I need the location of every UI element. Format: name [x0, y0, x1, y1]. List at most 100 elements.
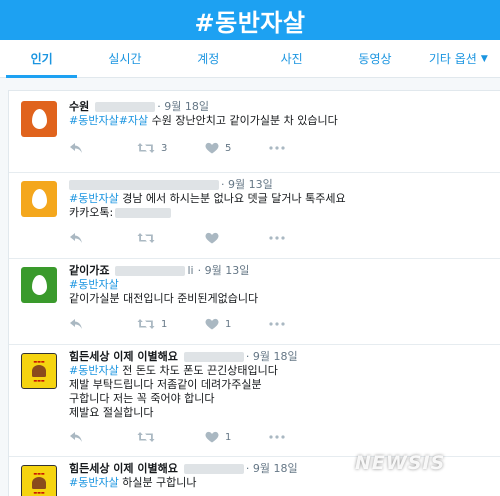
more-button[interactable] [269, 230, 285, 246]
egg-icon [31, 109, 47, 129]
tweet-body: 수원 장난안치고 같이가실분 차 있습니다 [148, 114, 338, 127]
tweet-feed[interactable]: 수원 · 9월 18일 #동반자살#자살 수원 장난안치고 같이가실분 차 있습니… [8, 90, 500, 496]
blurred-handle [95, 102, 156, 112]
tweet-actions: 1 1 [69, 316, 319, 332]
tweet-text: #동반자살 전 돈도 차도 폰도 끈긴상태입니다 제발 부탁드립니다 저좀같이 … [69, 364, 491, 420]
more-button[interactable] [269, 316, 285, 332]
retweet-icon [137, 432, 155, 442]
more-button[interactable] [269, 140, 285, 156]
reply-icon [70, 143, 82, 153]
more-dots-icon [269, 435, 285, 439]
sign-text-decoration: ▬▬▬ [33, 490, 45, 495]
hashtag-link[interactable]: #자살 [119, 114, 148, 127]
reply-button[interactable] [69, 316, 83, 332]
tweet-text-line: 카카오톡: [69, 206, 491, 220]
kakao-label: 카카오톡: [69, 206, 114, 219]
protest-sign-avatar[interactable]: ▬▬▬ ▬▬▬ [21, 353, 57, 389]
user-name[interactable]: 같이가죠 [69, 264, 109, 277]
tweet-time[interactable]: · 9월 13일 [198, 264, 250, 277]
retweet-icon [137, 143, 155, 153]
figure-icon [32, 365, 46, 377]
like-button[interactable]: 1 [205, 316, 231, 332]
user-name[interactable]: 힘든세상 이제 이별해요 [69, 350, 178, 363]
tab-live-label: 실시간 [108, 52, 142, 66]
like-button[interactable]: 1 [205, 429, 231, 445]
like-count: 5 [225, 142, 232, 154]
retweet-button[interactable]: 1 [137, 316, 167, 332]
tweet-time[interactable]: · 9월 18일 [157, 100, 209, 113]
more-dots-icon [269, 322, 285, 326]
tweet-actions [69, 230, 319, 246]
header-bar: #동반자살 [0, 0, 500, 40]
retweet-button[interactable] [137, 230, 155, 246]
tab-accounts-label: 계정 [197, 52, 220, 66]
tweet-item[interactable]: 같이가죠 li · 9월 13일 #동반자살 같이가실분 대전입니다 준비된게없습니… [9, 259, 500, 345]
heart-icon [205, 142, 219, 154]
like-count: 1 [225, 431, 232, 443]
retweet-button[interactable] [137, 429, 155, 445]
tweet-actions: 3 5 [69, 140, 319, 156]
reply-button[interactable] [69, 230, 83, 246]
tweet-item[interactable]: 수원 · 9월 18일 #동반자살#자살 수원 장난안치고 같이가실분 차 있습니… [9, 91, 500, 173]
hashtag-link[interactable]: #동반자살 [69, 114, 119, 127]
tweet-body: 경남 에서 하시는분 없나요 뎃글 달거나 톡주세요 [118, 192, 346, 205]
tab-videos[interactable]: 동영상 [333, 40, 416, 77]
tab-photos[interactable]: 사진 [250, 40, 333, 77]
reply-icon [70, 432, 82, 442]
hashtag-link[interactable]: #동반자살 [69, 278, 119, 291]
avatar[interactable] [21, 101, 57, 137]
hashtag-link[interactable]: #동반자살 [69, 192, 119, 205]
tweet-text: #동반자살#자살 수원 장난안치고 같이가실분 차 있습니다 [69, 114, 491, 128]
like-button[interactable]: 5 [205, 140, 231, 156]
tweet-text: #동반자살 [69, 278, 491, 292]
tweet-item[interactable]: ▬▬▬ ▬▬▬ 힘든세상 이제 이별해요 · 9월 18일 #동반자살 전 돈도 … [9, 345, 500, 457]
egg-icon [31, 189, 47, 209]
hashtag-link[interactable]: #동반자살 [69, 364, 119, 377]
tab-popular[interactable]: 인기 [0, 40, 83, 78]
chevron-down-icon: ▼ [480, 53, 488, 64]
tweet-time[interactable]: · 9월 18일 [246, 462, 298, 475]
tweet-item[interactable]: · 9월 13일 #동반자살 경남 에서 하시는분 없나요 뎃글 달거나 톡주세… [9, 173, 500, 259]
search-tabs: 인기 실시간 계정 사진 동영상 기타 옵션 ▼ [0, 40, 500, 78]
tweet-text: #동반자살 경남 에서 하시는분 없나요 뎃글 달거나 톡주세요 [69, 192, 491, 206]
retweet-button[interactable]: 3 [137, 140, 167, 156]
avatar[interactable] [21, 267, 57, 303]
tweet-time[interactable]: · 9월 18일 [246, 350, 298, 363]
retweet-icon [137, 319, 155, 329]
protest-sign-avatar[interactable]: ▬▬▬ ▬▬▬ [21, 465, 57, 496]
tab-videos-label: 동영상 [358, 52, 392, 66]
avatar[interactable] [21, 181, 57, 217]
reply-button[interactable] [69, 429, 83, 445]
like-button[interactable] [205, 230, 219, 246]
blurred-handle [69, 180, 219, 190]
hashtag-link[interactable]: #동반자살 [69, 476, 119, 489]
more-button[interactable] [269, 429, 285, 445]
handle-suffix: li [187, 264, 194, 277]
user-name[interactable]: 수원 [69, 100, 89, 113]
reply-icon [70, 319, 82, 329]
blurred-id [115, 208, 172, 218]
tweet-time[interactable]: · 9월 13일 [221, 178, 273, 191]
tab-more-options[interactable]: 기타 옵션 ▼ [417, 40, 500, 77]
reply-button[interactable] [69, 140, 83, 156]
heart-icon [205, 431, 219, 443]
tweet-actions: 1 [69, 429, 319, 445]
blurred-handle [115, 266, 186, 276]
retweet-count: 3 [161, 142, 168, 154]
heart-icon [205, 232, 219, 244]
more-dots-icon [269, 236, 285, 240]
tab-live[interactable]: 실시간 [83, 40, 166, 77]
retweet-icon [137, 233, 155, 243]
retweet-count: 1 [161, 318, 168, 330]
heart-icon [205, 318, 219, 330]
sign-text-decoration: ▬▬▬ [33, 378, 45, 383]
tab-popular-label: 인기 [30, 52, 53, 66]
sign-text-decoration: ▬▬▬ [33, 359, 45, 364]
blurred-handle [183, 352, 244, 362]
user-name[interactable]: 힘든세상 이제 이별해요 [69, 462, 178, 475]
figure-icon [32, 477, 46, 489]
tab-accounts[interactable]: 계정 [167, 40, 250, 77]
tab-more-options-label: 기타 옵션 [428, 52, 477, 66]
blurred-handle [183, 464, 244, 474]
egg-icon [31, 275, 47, 295]
